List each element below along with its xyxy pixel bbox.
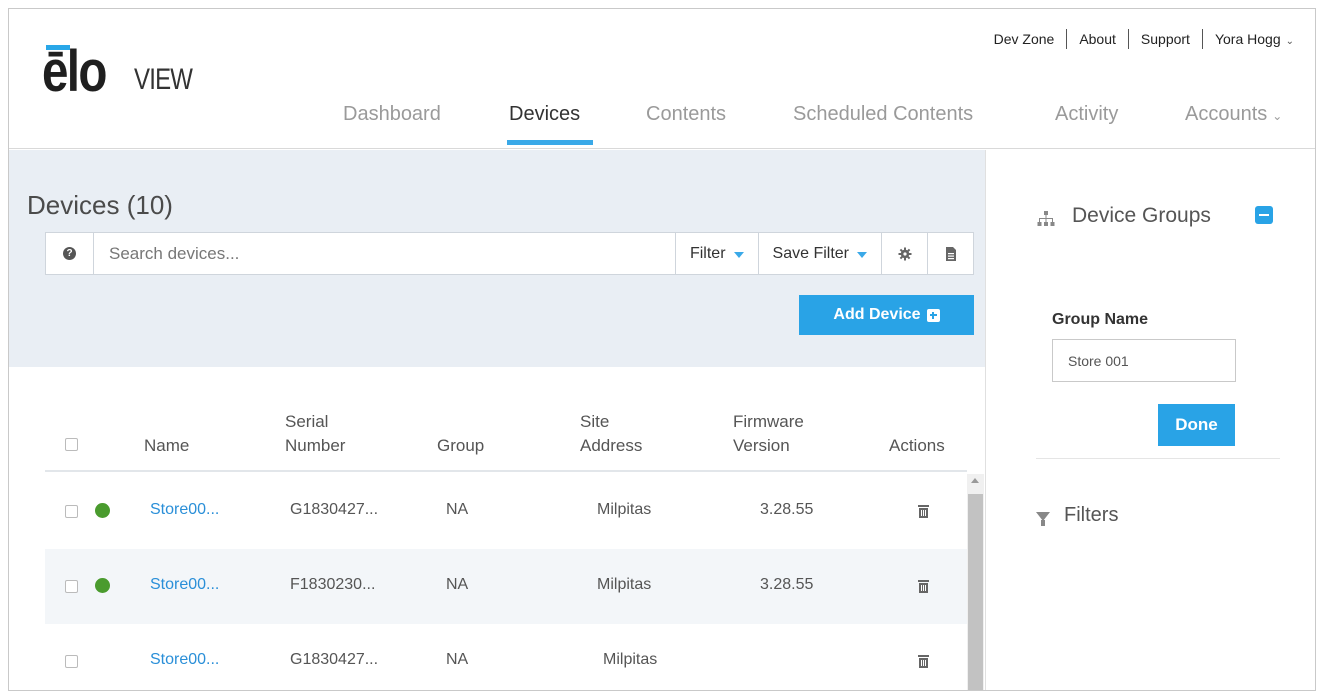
page-title: Devices (10) xyxy=(27,190,173,220)
save-filter-label: Save Filter xyxy=(772,244,849,262)
sitemap-icon xyxy=(1037,211,1055,226)
filter-dropdown[interactable]: Filter xyxy=(674,233,758,274)
filters-title: Filters xyxy=(1064,504,1119,526)
done-button[interactable]: Done xyxy=(1158,404,1235,446)
table-row[interactable]: Store00... G1830427... NA Milpitas 3.28.… xyxy=(45,474,967,549)
column-firmware-version[interactable]: Firmware Version xyxy=(733,410,804,458)
tab-accounts[interactable]: Accounts ⌄ xyxy=(1185,103,1282,126)
scroll-up-arrow-icon[interactable] xyxy=(971,478,979,483)
devices-toolbar-area: Devices (10) ? Filter Save Filter xyxy=(9,150,985,367)
device-groups-sidebar: Device Groups Group Name Done Filters xyxy=(985,150,1315,690)
caret-down-icon xyxy=(857,251,867,258)
main-nav: Dashboard Devices Contents Scheduled Con… xyxy=(9,93,1315,149)
dev-zone-link[interactable]: Dev Zone xyxy=(994,31,1055,47)
settings-button[interactable] xyxy=(881,233,927,274)
table-row[interactable]: Store00... G1830427... NA Milpitas xyxy=(45,624,967,690)
chevron-down-icon: ⌄ xyxy=(1285,36,1294,47)
device-name-link[interactable]: Store00... xyxy=(150,501,219,519)
search-bar: ? Filter Save Filter xyxy=(45,232,974,275)
device-name-link[interactable]: Store00... xyxy=(150,576,219,594)
question-icon: ? xyxy=(63,247,76,260)
serial-number: F1830230... xyxy=(290,576,376,593)
tab-dashboard[interactable]: Dashboard xyxy=(343,103,441,126)
export-button[interactable] xyxy=(927,233,973,274)
table-scrollbar[interactable] xyxy=(967,474,984,690)
tab-scheduled-contents[interactable]: Scheduled Contents xyxy=(793,103,973,126)
tab-devices[interactable]: Devices xyxy=(509,103,580,126)
collapse-minus-icon[interactable] xyxy=(1255,206,1273,224)
group-name-label: Group Name xyxy=(1052,311,1149,328)
column-actions: Actions xyxy=(889,436,945,455)
group: NA xyxy=(446,501,469,518)
divider xyxy=(1201,29,1203,49)
group-name-input[interactable] xyxy=(1052,339,1236,382)
device-name-link[interactable]: Store00... xyxy=(150,651,219,669)
logo-main-text: ēlo xyxy=(42,39,107,104)
app-window: ēlo VIEW Dev Zone About Support Yora Hog… xyxy=(8,8,1316,691)
logo-sub-text: VIEW xyxy=(134,63,193,96)
save-filter-dropdown[interactable]: Save Filter xyxy=(757,233,881,274)
site-address: Milpitas xyxy=(597,501,652,518)
column-group[interactable]: Group xyxy=(437,434,484,458)
trash-icon[interactable] xyxy=(918,655,929,668)
elo-view-logo[interactable]: ēlo VIEW xyxy=(42,41,222,101)
devices-table-header: Name Serial Number Group Site Address Fi… xyxy=(45,395,967,472)
add-device-label: Add Device xyxy=(833,306,921,323)
gear-icon xyxy=(898,247,911,260)
group: NA xyxy=(446,576,469,593)
status-online-icon xyxy=(95,503,110,518)
plus-square-icon xyxy=(926,308,940,322)
help-button[interactable]: ? xyxy=(46,233,94,274)
row-checkbox[interactable] xyxy=(65,655,78,668)
row-checkbox[interactable] xyxy=(65,505,78,518)
firmware-version: 3.28.55 xyxy=(760,501,814,518)
column-serial-number[interactable]: Serial Number xyxy=(285,410,345,458)
trash-icon[interactable] xyxy=(918,505,929,518)
column-site-address[interactable]: Site Address xyxy=(580,410,642,458)
user-menu[interactable]: Yora Hogg ⌄ xyxy=(1215,31,1294,47)
divider xyxy=(1066,29,1068,49)
add-device-button[interactable]: Add Device xyxy=(799,295,974,335)
caret-down-icon xyxy=(733,251,744,258)
utility-links: Dev Zone About Support Yora Hogg ⌄ xyxy=(994,29,1294,49)
about-link[interactable]: About xyxy=(1079,31,1116,47)
support-link[interactable]: Support xyxy=(1141,31,1190,47)
site-address: Milpitas xyxy=(597,576,652,593)
group: NA xyxy=(446,651,469,668)
user-name: Yora Hogg xyxy=(1214,31,1281,47)
column-name[interactable]: Name xyxy=(144,434,189,458)
search-input[interactable] xyxy=(94,233,675,274)
device-groups-title: Device Groups xyxy=(1072,204,1211,227)
select-all-checkbox[interactable] xyxy=(65,438,78,451)
status-online-icon xyxy=(95,578,110,593)
tab-accounts-label: Accounts xyxy=(1185,103,1268,125)
table-row[interactable]: Store00... F1830230... NA Milpitas 3.28.… xyxy=(45,549,967,624)
serial-number: G1830427... xyxy=(290,651,379,668)
scrollbar-thumb[interactable] xyxy=(968,494,983,690)
top-header: ēlo VIEW Dev Zone About Support Yora Hog… xyxy=(9,9,1315,149)
divider xyxy=(1127,29,1129,49)
serial-number: G1830427... xyxy=(290,501,379,518)
filters-section[interactable]: Filters xyxy=(1036,504,1118,527)
firmware-version: 3.28.55 xyxy=(760,576,814,593)
tab-activity[interactable]: Activity xyxy=(1055,103,1118,126)
tab-contents[interactable]: Contents xyxy=(646,103,726,126)
filter-label: Filter xyxy=(689,244,726,262)
active-tab-indicator xyxy=(507,140,593,145)
devices-table-body: Store00... G1830427... NA Milpitas 3.28.… xyxy=(45,474,967,690)
row-checkbox[interactable] xyxy=(65,580,78,593)
chevron-down-icon: ⌄ xyxy=(1272,109,1283,123)
divider xyxy=(1036,458,1280,459)
trash-icon[interactable] xyxy=(918,580,929,593)
site-address: Milpitas xyxy=(603,651,658,668)
filter-funnel-icon xyxy=(1036,512,1050,526)
devices-panel: Devices (10) ? Filter Save Filter xyxy=(9,150,985,690)
document-icon xyxy=(945,246,956,261)
